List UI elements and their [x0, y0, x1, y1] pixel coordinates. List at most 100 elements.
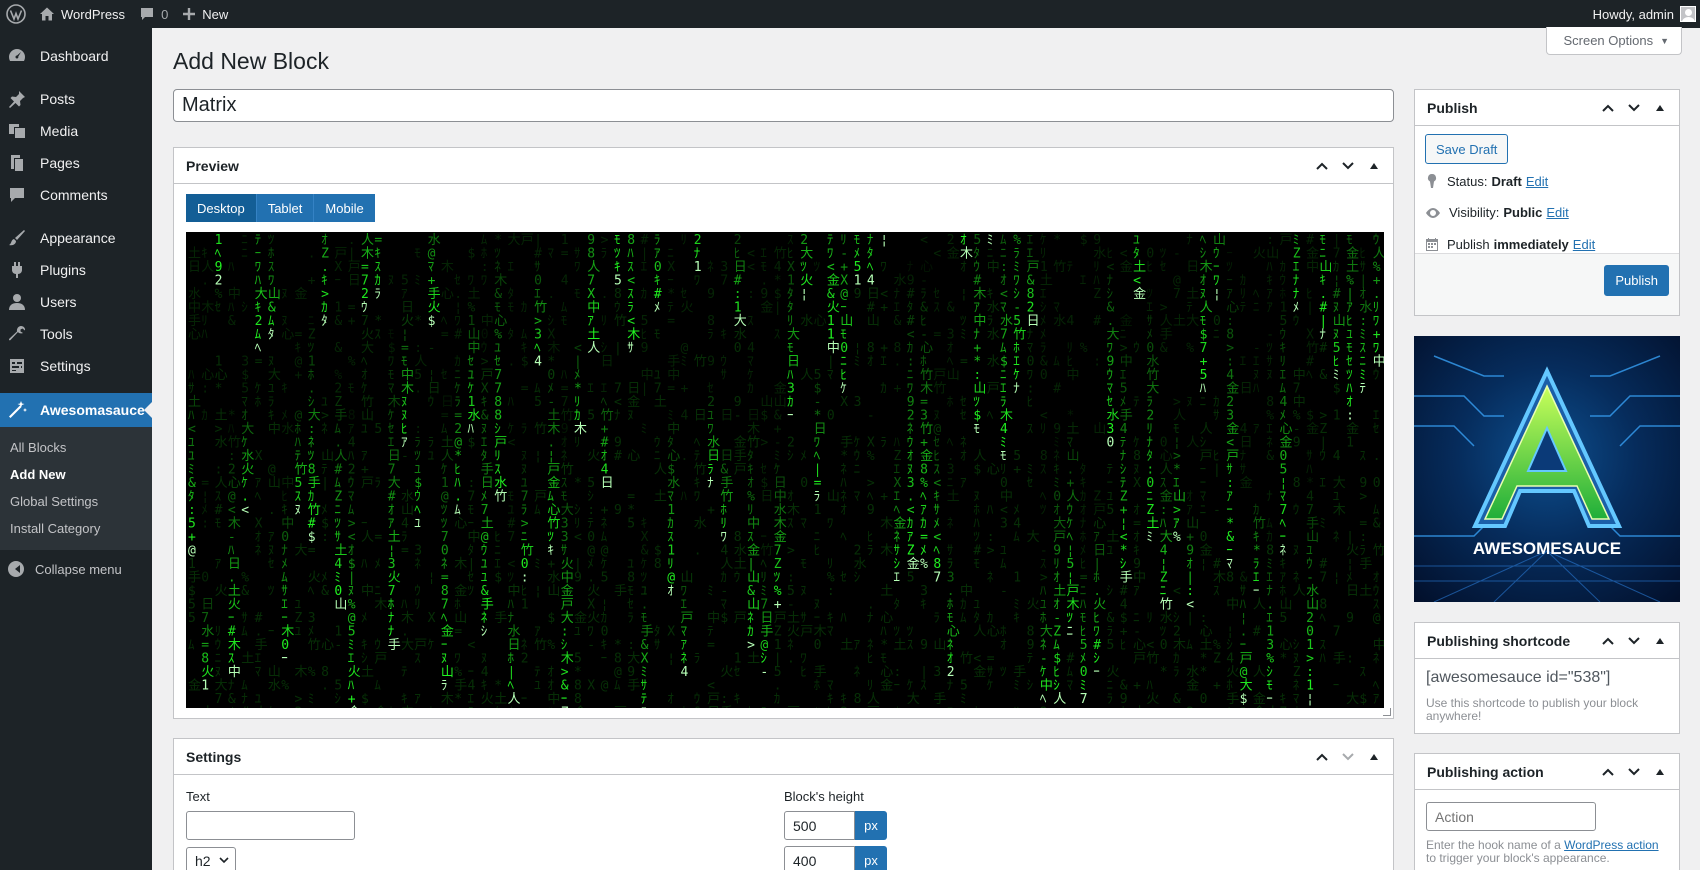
svg-text:土: 土 — [747, 652, 760, 667]
text-field-label: Text — [186, 789, 210, 804]
move-up-icon[interactable] — [1595, 95, 1621, 121]
avatar — [1680, 6, 1696, 22]
toggle-panel-icon[interactable] — [1647, 95, 1673, 121]
sidebar-item-tools[interactable]: Tools — [0, 318, 152, 350]
sidebar-item-awesomasauce[interactable]: Awesomasauce — [0, 393, 152, 427]
shortcode-value[interactable]: [awesomesauce id="538"] — [1426, 669, 1610, 687]
svg-text:木: 木 — [441, 260, 454, 275]
wordpress-action-link[interactable]: WordPress action — [1564, 838, 1658, 852]
submenu-all-blocks[interactable]: All Blocks — [0, 434, 152, 461]
resize-handle[interactable] — [1383, 708, 1391, 716]
svg-text:1: 1 — [814, 503, 822, 518]
action-help-text: Enter the hook name of a — [1426, 838, 1565, 852]
svg-text:&: & — [241, 584, 249, 599]
submenu-global-settings[interactable]: Global Settings — [0, 488, 152, 515]
sidebar-item-posts[interactable]: Posts — [0, 83, 152, 115]
toggle-panel-icon[interactable] — [1647, 759, 1673, 785]
svg-text:ﾂ: ﾂ — [814, 706, 821, 709]
svg-text:ｱ: ｱ — [854, 638, 861, 653]
svg-text:-: - — [587, 638, 595, 653]
tab-tablet[interactable]: Tablet — [256, 194, 315, 222]
svg-text:木: 木 — [880, 544, 893, 559]
toggle-panel-icon[interactable] — [1647, 628, 1673, 654]
new-content-link[interactable]: New — [175, 0, 235, 28]
svg-text:ｽ: ｽ — [787, 517, 794, 532]
svg-text:ｱ: ｱ — [1266, 301, 1273, 316]
svg-text:ﾓ: ﾓ — [574, 287, 581, 302]
svg-text:Z: Z — [561, 706, 569, 709]
sidebar-item-pages[interactable]: Pages — [0, 147, 152, 179]
move-down-icon[interactable] — [1621, 759, 1647, 785]
svg-text:ｽ: ｽ — [1027, 422, 1034, 437]
svg-text:ｴ: ｴ — [587, 382, 594, 397]
publish-button[interactable]: Publish — [1604, 265, 1669, 296]
wordpress-logo-icon[interactable] — [0, 0, 32, 28]
move-up-icon[interactable] — [1309, 744, 1335, 770]
svg-text:ｷ: ｷ — [720, 328, 727, 343]
comments-link[interactable]: 0 — [132, 0, 175, 28]
svg-text:ﾍ: ﾍ — [987, 409, 994, 424]
heading-level-select[interactable]: h2 — [186, 847, 236, 870]
comment-icon — [139, 6, 155, 22]
svg-text:ｶ: ｶ — [201, 409, 208, 424]
site-name-link[interactable]: WordPress — [32, 0, 132, 28]
status-edit-link[interactable]: Edit — [1526, 174, 1548, 189]
svg-text:水: 水 — [987, 355, 1000, 370]
block-title-input[interactable]: Matrix — [173, 89, 1394, 122]
svg-text:土: 土 — [654, 395, 667, 410]
svg-text:7: 7 — [215, 692, 223, 707]
text-input[interactable] — [186, 811, 355, 840]
toggle-panel-icon[interactable] — [1361, 153, 1387, 179]
save-draft-button[interactable]: Save Draft — [1425, 134, 1509, 164]
svg-text:=: = — [707, 638, 715, 653]
my-account-link[interactable]: Howdy, admin — [1586, 0, 1700, 28]
move-down-icon[interactable] — [1335, 744, 1361, 770]
sidebar-item-media[interactable]: Media — [0, 115, 152, 147]
move-down-icon[interactable] — [1335, 153, 1361, 179]
svg-text:ﾐ: ﾐ — [534, 557, 541, 572]
action-hook-input[interactable] — [1426, 802, 1596, 831]
svg-text:日: 日 — [1186, 260, 1199, 275]
sidebar-item-settings[interactable]: Settings — [0, 350, 152, 382]
tab-mobile[interactable]: Mobile — [314, 194, 375, 222]
submenu-install-category[interactable]: Install Category — [0, 515, 152, 542]
height-unit-button[interactable]: px — [855, 811, 887, 840]
svg-text:.: . — [321, 679, 329, 694]
svg-text:ﾋ: ﾋ — [800, 665, 807, 680]
sidebar-item-users[interactable]: Users — [0, 286, 152, 318]
svg-text:土: 土 — [1173, 314, 1186, 329]
svg-text:戸: 戸 — [734, 611, 747, 626]
svg-text:ﾇ: ﾇ — [800, 584, 807, 599]
svg-text:竹: 竹 — [494, 490, 507, 505]
submenu-add-new[interactable]: Add New — [0, 461, 152, 488]
svg-text:+: + — [880, 301, 888, 316]
svg-text:ｼ: ｼ — [241, 301, 248, 316]
sidebar-item-label: Appearance — [40, 230, 116, 246]
svg-text:戸: 戸 — [521, 233, 534, 248]
svg-text:>: > — [760, 436, 768, 451]
block-height-input[interactable]: 500 — [784, 811, 855, 840]
sidebar-item-appearance[interactable]: Appearance — [0, 222, 152, 254]
second-size-input[interactable]: 400 — [784, 846, 855, 870]
sidebar-item-dashboard[interactable]: Dashboard — [0, 40, 152, 72]
move-down-icon[interactable] — [1621, 628, 1647, 654]
svg-text:4: 4 — [534, 355, 542, 370]
visibility-edit-link[interactable]: Edit — [1546, 205, 1568, 220]
move-up-icon[interactable] — [1595, 628, 1621, 654]
screen-options-button[interactable]: Screen Options ▼ — [1546, 27, 1682, 55]
move-up-icon[interactable] — [1595, 759, 1621, 785]
svg-text:-: - — [428, 341, 436, 356]
move-up-icon[interactable] — [1309, 153, 1335, 179]
settings-panel: Settings Text h2 Block's height 500 px 4… — [173, 738, 1394, 870]
tab-desktop[interactable]: Desktop — [186, 194, 257, 222]
toggle-panel-icon[interactable] — [1361, 744, 1387, 770]
publish-date-edit-link[interactable]: Edit — [1573, 237, 1595, 252]
sidebar-item-comments[interactable]: Comments — [0, 179, 152, 211]
svg-text:竹: 竹 — [960, 652, 973, 667]
second-unit-button[interactable]: px — [855, 846, 887, 870]
collapse-menu-button[interactable]: Collapse menu — [0, 552, 152, 586]
move-down-icon[interactable] — [1621, 95, 1647, 121]
svg-text:ﾈ: ﾈ — [1333, 530, 1340, 545]
svg-text:ｵ: ｵ — [867, 355, 874, 370]
sidebar-item-plugins[interactable]: Plugins — [0, 254, 152, 286]
